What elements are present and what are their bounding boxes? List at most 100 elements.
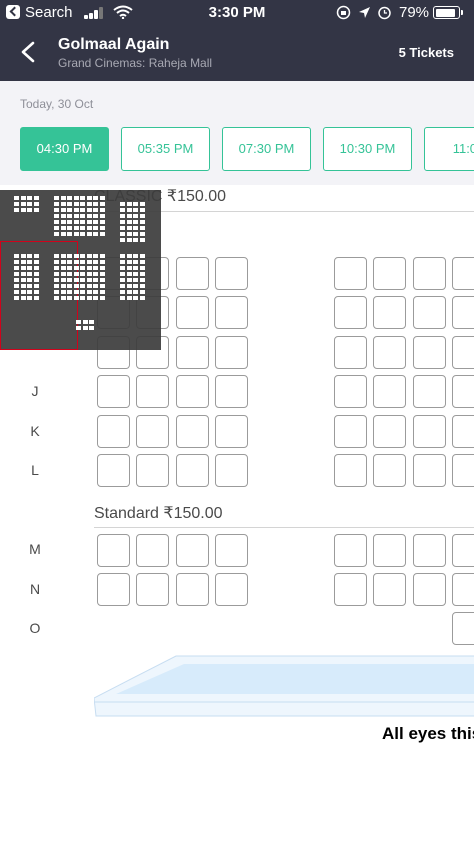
minimap-seat xyxy=(54,260,59,264)
seat[interactable] xyxy=(452,375,474,408)
minimap-seat xyxy=(73,296,79,300)
seat[interactable] xyxy=(215,336,248,369)
seat[interactable] xyxy=(334,534,367,567)
cinema-screen xyxy=(94,655,474,717)
seat[interactable] xyxy=(334,336,367,369)
section-divider xyxy=(94,527,474,528)
minimap-seat xyxy=(33,196,39,200)
seat[interactable] xyxy=(373,415,406,448)
minimap-seat xyxy=(33,272,39,276)
minimap-seat xyxy=(14,266,19,270)
seat[interactable] xyxy=(176,534,209,567)
minimap-seat xyxy=(20,202,26,206)
seat[interactable] xyxy=(373,296,406,329)
seat[interactable] xyxy=(413,336,446,369)
seat[interactable] xyxy=(334,257,367,290)
seat[interactable] xyxy=(215,257,248,290)
seat[interactable] xyxy=(373,454,406,487)
showtime-chip[interactable]: 11:05 xyxy=(424,127,474,171)
seat[interactable] xyxy=(413,534,446,567)
seat[interactable] xyxy=(452,336,474,369)
minimap-seat xyxy=(133,266,138,270)
seat[interactable] xyxy=(452,257,474,290)
seat[interactable] xyxy=(136,573,169,606)
seat[interactable] xyxy=(373,336,406,369)
seat[interactable] xyxy=(452,573,474,606)
seat[interactable] xyxy=(452,534,474,567)
minimap-seat xyxy=(139,202,145,206)
back-arrow-icon[interactable] xyxy=(18,40,40,64)
minimap-seat xyxy=(60,272,66,276)
seat[interactable] xyxy=(373,257,406,290)
showtime-chip[interactable]: 07:30 PM xyxy=(222,127,311,171)
seat[interactable] xyxy=(176,454,209,487)
seat[interactable] xyxy=(334,296,367,329)
seat[interactable] xyxy=(334,415,367,448)
seat[interactable] xyxy=(97,534,130,567)
seat[interactable] xyxy=(373,534,406,567)
seat[interactable] xyxy=(215,375,248,408)
showtime-bar: Today, 30 Oct 04:30 PM 05:35 PM 07:30 PM 10… xyxy=(0,81,474,185)
seat[interactable] xyxy=(452,415,474,448)
seat[interactable] xyxy=(413,296,446,329)
seat[interactable] xyxy=(334,375,367,408)
minimap-seat xyxy=(133,296,138,300)
minimap-seat xyxy=(20,266,26,270)
seat[interactable] xyxy=(413,573,446,606)
ticket-count-button[interactable]: 5 Tickets xyxy=(399,45,454,60)
seat[interactable] xyxy=(373,375,406,408)
minimap-seat xyxy=(99,220,105,224)
minimap-seat xyxy=(120,238,125,242)
seat[interactable] xyxy=(136,415,169,448)
seat-minimap[interactable] xyxy=(0,190,161,350)
seat[interactable] xyxy=(413,375,446,408)
showtime-chip[interactable]: 04:30 PM xyxy=(20,127,109,171)
row-label: N xyxy=(29,581,41,597)
minimap-seat xyxy=(67,196,72,200)
seat[interactable] xyxy=(176,296,209,329)
seat[interactable] xyxy=(176,573,209,606)
seat[interactable] xyxy=(215,534,248,567)
seat[interactable] xyxy=(215,573,248,606)
minimap-seat xyxy=(80,226,85,230)
seat[interactable] xyxy=(176,257,209,290)
minimap-seat xyxy=(27,266,32,270)
minimap-seat xyxy=(126,238,132,242)
minimap-seat xyxy=(80,220,85,224)
minimap-seat xyxy=(139,296,145,300)
movie-title: Golmaal Again xyxy=(58,36,170,53)
seat[interactable] xyxy=(373,573,406,606)
minimap-seat xyxy=(73,208,79,212)
seat[interactable] xyxy=(97,573,130,606)
seat[interactable] xyxy=(215,454,248,487)
showtime-chip[interactable]: 05:35 PM xyxy=(121,127,210,171)
seat[interactable] xyxy=(97,415,130,448)
seat[interactable] xyxy=(176,336,209,369)
seat[interactable] xyxy=(97,375,130,408)
minimap-seat xyxy=(80,196,85,200)
seat[interactable] xyxy=(334,573,367,606)
seat[interactable] xyxy=(176,375,209,408)
seat[interactable] xyxy=(176,415,209,448)
seat[interactable] xyxy=(215,415,248,448)
seat[interactable] xyxy=(413,415,446,448)
seat[interactable] xyxy=(136,454,169,487)
showtime-chip[interactable]: 10:30 PM xyxy=(323,127,412,171)
minimap-seat xyxy=(126,290,132,294)
section-label-standard: Standard ₹150.00 xyxy=(94,505,223,522)
seat[interactable] xyxy=(413,454,446,487)
seat[interactable] xyxy=(334,454,367,487)
seat[interactable] xyxy=(452,454,474,487)
seat[interactable] xyxy=(215,296,248,329)
minimap-seat xyxy=(67,260,72,264)
seat[interactable] xyxy=(97,454,130,487)
seat[interactable] xyxy=(136,534,169,567)
minimap-seat xyxy=(86,220,92,224)
seat[interactable] xyxy=(136,375,169,408)
minimap-seat xyxy=(139,226,145,230)
minimap-seat xyxy=(27,208,32,212)
minimap-seat xyxy=(27,290,32,294)
seat[interactable] xyxy=(452,296,474,329)
seat[interactable] xyxy=(452,612,474,645)
seat[interactable] xyxy=(413,257,446,290)
